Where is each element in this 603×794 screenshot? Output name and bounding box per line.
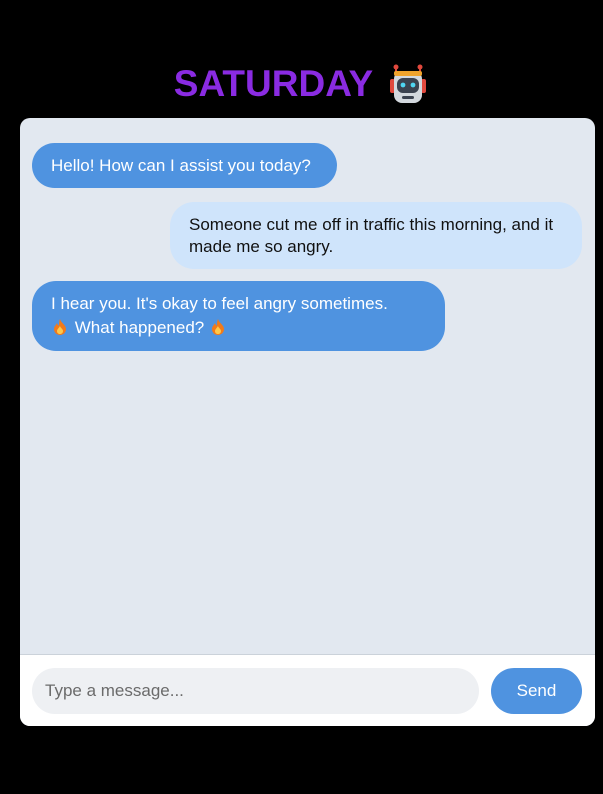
message-line: I hear you. It's okay to feel angry some… xyxy=(51,294,388,313)
bot-message: I hear you. It's okay to feel angry some… xyxy=(32,281,445,351)
fire-icon xyxy=(53,318,67,335)
robot-icon xyxy=(387,63,429,105)
page: SATURDAY Hello! How can I assist you tod… xyxy=(0,0,603,794)
user-message: Someone cut me off in traffic this morni… xyxy=(170,202,582,269)
message-input[interactable] xyxy=(32,668,479,714)
send-button[interactable]: Send xyxy=(491,668,582,714)
message-list[interactable]: Hello! How can I assist you today? Someo… xyxy=(20,118,595,654)
message-line: What happened? xyxy=(74,318,205,337)
bot-message: Hello! How can I assist you today? xyxy=(32,143,337,188)
composer: Send xyxy=(20,654,595,726)
chat-window: Hello! How can I assist you today? Someo… xyxy=(20,118,595,726)
fire-icon xyxy=(211,318,225,335)
header: SATURDAY xyxy=(0,60,603,108)
page-title: SATURDAY xyxy=(173,63,374,104)
